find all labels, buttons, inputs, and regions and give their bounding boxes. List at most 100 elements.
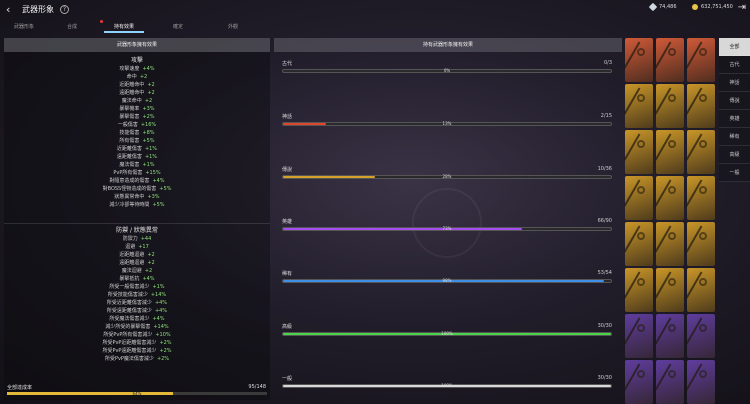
stat-name: 所受PvP魔法傷害減少 — [104, 356, 154, 362]
attack-stat-row: 遠距離傷害 +1% — [4, 153, 270, 161]
defense-stat-row: 魔法迴避 +2 — [4, 267, 270, 275]
grade-name: 神話 — [282, 114, 293, 120]
weapon-card[interactable] — [685, 268, 717, 312]
grade-count: 66/90 — [597, 218, 612, 224]
weapon-ornament — [637, 94, 645, 102]
filter-button[interactable]: 英雄 — [719, 110, 750, 128]
coin-icon — [692, 4, 698, 10]
weapon-card[interactable] — [623, 84, 655, 128]
weapon-card[interactable] — [654, 360, 686, 404]
weapon-card[interactable] — [623, 314, 655, 358]
weapon-card[interactable] — [623, 38, 655, 82]
weapon-ornament — [668, 94, 676, 102]
defense-stat-row: 所受PvP近距離傷害減少 +2% — [4, 339, 270, 347]
stat-name: 暴擊傷害 — [119, 114, 140, 120]
weapon-card[interactable] — [654, 38, 686, 82]
weapon-ornament — [699, 278, 707, 286]
filter-button[interactable]: 全部 — [719, 38, 750, 56]
defense-stat-row: 所受PvP所有傷害減少 +10% — [4, 331, 270, 339]
tab-appearance[interactable]: 外觀 — [208, 19, 258, 33]
help-icon[interactable]: ? — [60, 4, 69, 14]
weapon-card[interactable] — [654, 130, 686, 174]
weapon-ornament — [699, 186, 707, 194]
weapon-card[interactable] — [685, 38, 717, 82]
stat-value: +1% — [144, 146, 158, 152]
stat-name: 魔法迴避 — [121, 268, 142, 274]
weapon-ornament — [637, 232, 645, 240]
grade-percent: 98% — [442, 278, 452, 283]
tab-weapon-appearance[interactable]: 武器形象 — [0, 19, 48, 33]
weapon-card[interactable] — [654, 268, 686, 312]
stat-value: +2 — [147, 260, 155, 266]
weapon-ornament — [668, 278, 676, 286]
weapon-card[interactable] — [654, 222, 686, 266]
defense-stat-row: 防禦力 +44 — [4, 235, 270, 243]
stat-name: 減少冷卻等待時間 — [109, 202, 150, 208]
stat-value: +2 — [144, 98, 153, 104]
stat-value: +5% — [142, 138, 155, 144]
weapon-grid — [623, 38, 717, 404]
weapon-card[interactable] — [654, 314, 686, 358]
total-completion-label: 全部達成率 — [7, 385, 33, 391]
grade-row: 高級 30/30 100% — [282, 323, 612, 336]
weapon-card[interactable] — [654, 84, 686, 128]
stat-value: +5% — [152, 202, 165, 208]
filter-button[interactable]: 神話 — [719, 74, 750, 92]
weapon-card[interactable] — [623, 176, 655, 220]
weapon-card[interactable] — [685, 176, 717, 220]
tab-confirm[interactable]: 確定 — [150, 19, 206, 33]
filter-button[interactable]: 古代 — [719, 56, 750, 74]
diamond-currency: 74,486 — [648, 2, 677, 12]
grade-filter-list: 全部 古代 神話 傳說 英雄 稀有 高級 一般 — [719, 38, 750, 182]
weapon-card[interactable] — [685, 222, 717, 266]
grade-row: 稀有 53/54 98% — [282, 270, 612, 283]
weapon-card[interactable] — [623, 268, 655, 312]
weapon-icon — [623, 225, 655, 261]
tab-owned-effects[interactable]: 持有效果 — [100, 19, 144, 33]
weapon-icon — [685, 41, 717, 77]
stat-name: 狀態異常命中 — [114, 194, 145, 200]
total-completion-count: 95/148 — [248, 384, 266, 390]
weapon-card[interactable] — [623, 222, 655, 266]
weapon-ornament — [637, 48, 645, 56]
weapon-card[interactable] — [654, 176, 686, 220]
stat-value: +2% — [159, 340, 172, 346]
weapon-card[interactable] — [685, 84, 717, 128]
stat-value: +2 — [147, 252, 155, 258]
stat-value: +17 — [138, 244, 149, 250]
attack-stats: 攻擊速度 +4% 命中 +2 近距離命中 +2 遠距離命中 +2 魔法命中 +2 暴擊機率 +3% 暴擊… — [4, 65, 270, 209]
stat-value: +15% — [145, 170, 161, 176]
stat-value: +2 — [144, 268, 153, 274]
stat-value: +2% — [142, 114, 155, 120]
back-icon[interactable]: ‹ — [6, 3, 16, 16]
exit-icon[interactable]: ⇥ — [738, 2, 746, 13]
stat-name: 對BOSS怪物造成的傷害 — [102, 186, 157, 192]
diamond-icon — [648, 2, 658, 12]
stat-value: +2 — [139, 74, 148, 80]
filter-button[interactable]: 高級 — [719, 146, 750, 164]
filter-button[interactable]: 一般 — [719, 164, 750, 182]
stat-name: 魔法傷害 — [119, 162, 140, 168]
mid-panel-header: 持有武器形象擁有效果 — [274, 38, 622, 52]
defense-stat-row: 所受近距離傷害減少 +4% — [4, 299, 270, 307]
stat-value: +16% — [140, 122, 157, 128]
stat-value: +8% — [142, 130, 155, 136]
weapon-card[interactable] — [685, 130, 717, 174]
weapon-card[interactable] — [623, 360, 655, 404]
grade-percent: 73% — [442, 226, 452, 231]
stat-value: +2% — [159, 348, 172, 354]
effects-list[interactable]: 攻擊 攻擊速度 +4% 命中 +2 近距離命中 +2 遠距離命中 +2 魔法命中 +2 暴擊機率 +3… — [4, 56, 270, 378]
defense-stat-row: 近距離迴避 +2 — [4, 251, 270, 259]
stat-value: +44 — [140, 236, 152, 242]
weapon-icon — [654, 133, 686, 169]
filter-button[interactable]: 傳說 — [719, 92, 750, 110]
filter-button[interactable]: 稀有 — [719, 128, 750, 146]
attack-stat-row: 技能傷害 +8% — [4, 129, 270, 137]
weapon-card[interactable] — [685, 360, 717, 404]
weapon-card[interactable] — [685, 314, 717, 358]
weapon-ornament — [668, 186, 676, 194]
tab-synthesis[interactable]: 合成 — [48, 19, 96, 33]
stat-name: 一般傷害 — [117, 122, 138, 128]
grade-row: 古代 0/3 0% — [282, 60, 612, 73]
weapon-card[interactable] — [623, 130, 655, 174]
